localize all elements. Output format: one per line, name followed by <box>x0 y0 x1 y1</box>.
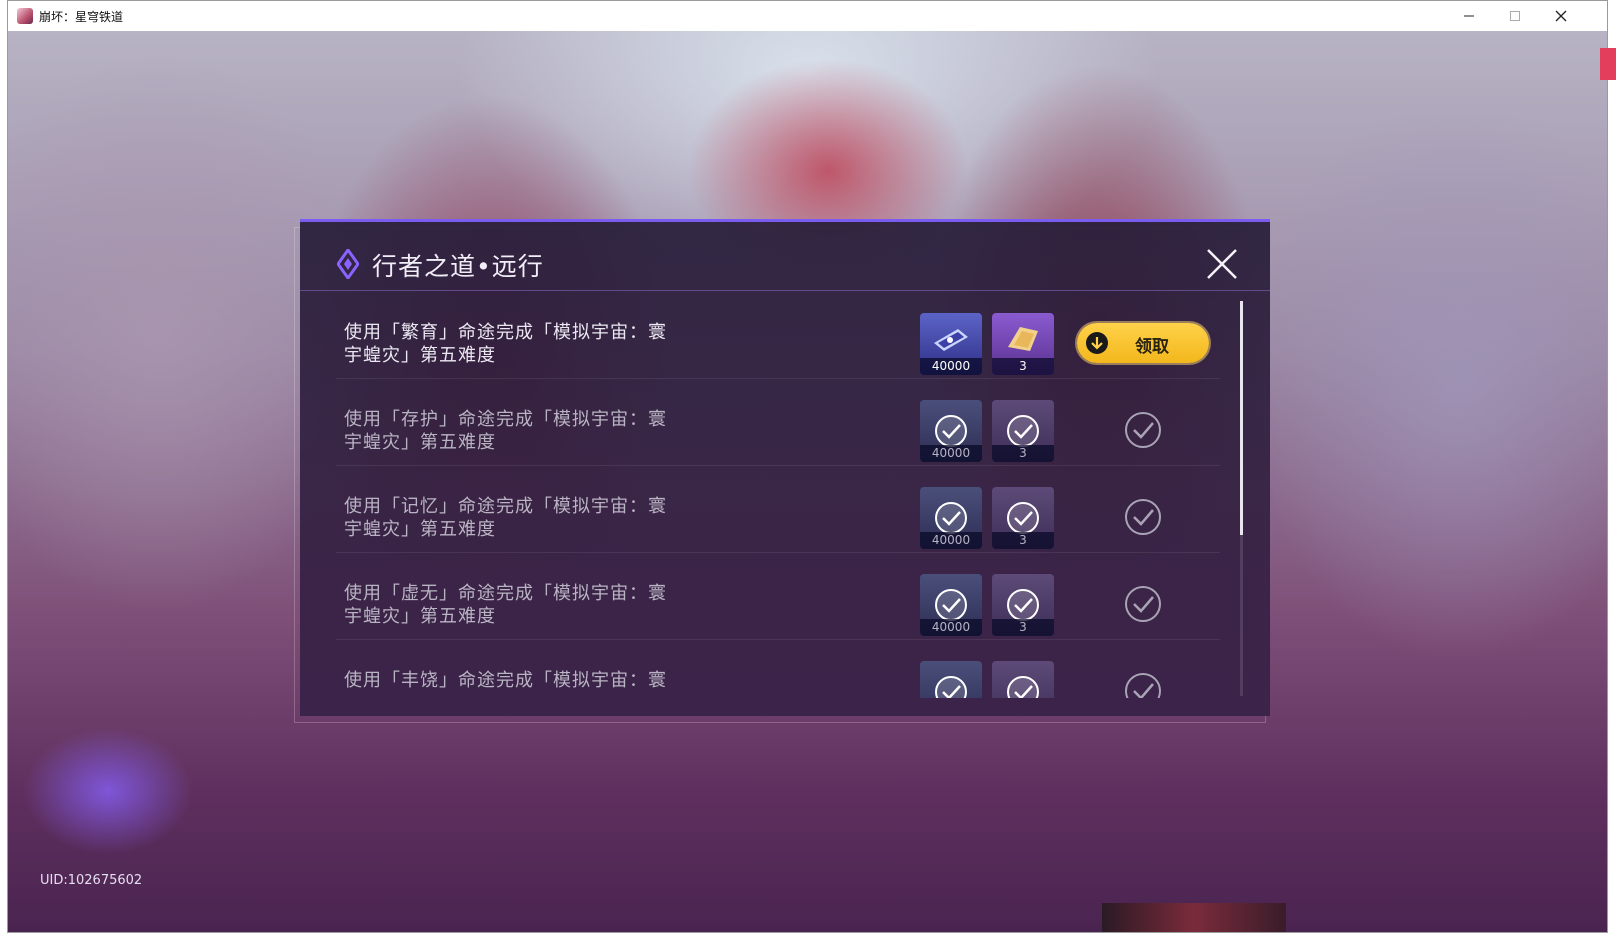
claimed-check-icon <box>1125 673 1161 698</box>
task-row: 使用「记忆」命途完成「模拟宇宙：寰 宇蝗灾」第五难度 40000 3 <box>336 465 1220 553</box>
reward-count: 3 <box>992 445 1054 462</box>
reward-material[interactable]: 3 <box>992 574 1054 636</box>
game-viewport: 行者之道•远行 使用「繁育」命途完成「模拟宇宙：寰 宇蝗灾」第五难度 40000… <box>8 31 1607 932</box>
claimed-check-icon <box>1125 586 1161 622</box>
app-icon <box>17 8 33 24</box>
task-row: 使用「繁育」命途完成「模拟宇宙：寰 宇蝗灾」第五难度 40000 3 领取 <box>336 291 1220 379</box>
task-row: 使用「虚无」命途完成「模拟宇宙：寰 宇蝗灾」第五难度 40000 3 <box>336 552 1220 640</box>
scrollbar-thumb[interactable] <box>1240 301 1243 535</box>
task-description: 使用「丰饶」命途完成「模拟宇宙：寰 <box>344 669 704 692</box>
minimize-button[interactable] <box>1446 1 1492 31</box>
reward-stellar-jade[interactable]: 40000 <box>920 400 982 462</box>
task-text-line: 宇蝗灾」第五难度 <box>344 432 496 453</box>
claimed-check-icon <box>1125 412 1161 448</box>
task-text-line: 宇蝗灾」第五难度 <box>344 606 496 627</box>
achievement-dialog: 行者之道•远行 使用「繁育」命途完成「模拟宇宙：寰 宇蝗灾」第五难度 40000… <box>300 219 1270 716</box>
task-description: 使用「记忆」命途完成「模拟宇宙：寰 宇蝗灾」第五难度 <box>344 495 704 541</box>
checkmark-icon <box>935 502 967 534</box>
checkmark-icon <box>1007 676 1039 698</box>
checkmark-icon <box>1007 589 1039 621</box>
edge-accent <box>1600 48 1616 80</box>
task-text-line: 使用「丰饶」命途完成「模拟宇宙：寰 <box>344 670 667 691</box>
checkmark-icon <box>935 589 967 621</box>
list-scrollbar[interactable] <box>1240 301 1243 696</box>
reward-stellar-jade[interactable]: 40000 <box>920 487 982 549</box>
task-description: 使用「存护」命途完成「模拟宇宙：寰 宇蝗灾」第五难度 <box>344 408 704 454</box>
download-arrow-icon <box>1086 332 1108 354</box>
task-description: 使用「虚无」命途完成「模拟宇宙：寰 宇蝗灾」第五难度 <box>344 582 704 628</box>
dialog-title: 行者之道•远行 <box>372 252 544 281</box>
title-bar[interactable]: 崩坏：星穹铁道 <box>8 1 1607 31</box>
task-row: 使用「存护」命途完成「模拟宇宙：寰 宇蝗灾」第五难度 40000 3 <box>336 378 1220 466</box>
reward-count: 40000 <box>920 358 982 375</box>
task-text-line: 使用「繁育」命途完成「模拟宇宙：寰 <box>344 322 667 343</box>
window-close-button[interactable] <box>1538 1 1584 31</box>
task-text-line: 宇蝗灾」第五难度 <box>344 345 496 366</box>
task-list[interactable]: 使用「繁育」命途完成「模拟宇宙：寰 宇蝗灾」第五难度 40000 3 领取 使用… <box>300 291 1230 698</box>
reward-count: 3 <box>992 358 1054 375</box>
reward-count: 3 <box>992 532 1054 549</box>
reward-material[interactable]: 3 <box>992 487 1054 549</box>
claim-label: 领取 <box>1135 337 1169 357</box>
reward-count: 40000 <box>920 445 982 462</box>
taskbar-thumbnail <box>1102 903 1286 932</box>
reward-stellar-jade[interactable] <box>920 661 982 698</box>
close-x-icon <box>1207 249 1237 279</box>
task-text-line: 使用「记忆」命途完成「模拟宇宙：寰 <box>344 496 667 517</box>
reward-count: 40000 <box>920 532 982 549</box>
task-text-line: 使用「存护」命途完成「模拟宇宙：寰 <box>344 409 667 430</box>
claimed-check-icon <box>1125 499 1161 535</box>
game-window: 崩坏：星穹铁道 行者之道•远行 使用「繁育」命途完成「模拟宇宙：寰 宇蝗灾」第五… <box>7 0 1608 933</box>
ticket-icon <box>934 329 968 351</box>
checkmark-icon <box>935 676 967 698</box>
scroll-icon <box>1008 327 1038 351</box>
checkmark-icon <box>935 415 967 447</box>
checkmark-icon <box>1007 415 1039 447</box>
task-text-line: 使用「虚无」命途完成「模拟宇宙：寰 <box>344 583 667 604</box>
checkmark-icon <box>1007 502 1039 534</box>
uid-label: UID:102675602 <box>40 873 143 888</box>
dialog-close-button[interactable] <box>1202 244 1242 284</box>
dialog-header: 行者之道•远行 <box>300 222 1270 291</box>
reward-stellar-jade[interactable]: 40000 <box>920 574 982 636</box>
task-description: 使用「繁育」命途完成「模拟宇宙：寰 宇蝗灾」第五难度 <box>344 321 704 367</box>
maximize-button[interactable] <box>1492 1 1538 31</box>
diamond-icon <box>337 249 359 279</box>
reward-material[interactable]: 3 <box>992 313 1054 375</box>
reward-material[interactable]: 3 <box>992 400 1054 462</box>
task-text-line: 宇蝗灾」第五难度 <box>344 519 496 540</box>
reward-material[interactable] <box>992 661 1054 698</box>
reward-count: 40000 <box>920 619 982 636</box>
reward-stellar-jade[interactable]: 40000 <box>920 313 982 375</box>
task-row: 使用「丰饶」命途完成「模拟宇宙：寰 <box>336 639 1220 698</box>
claim-button[interactable]: 领取 <box>1077 323 1209 363</box>
window-title: 崩坏：星穹铁道 <box>39 9 124 24</box>
reward-count: 3 <box>992 619 1054 636</box>
